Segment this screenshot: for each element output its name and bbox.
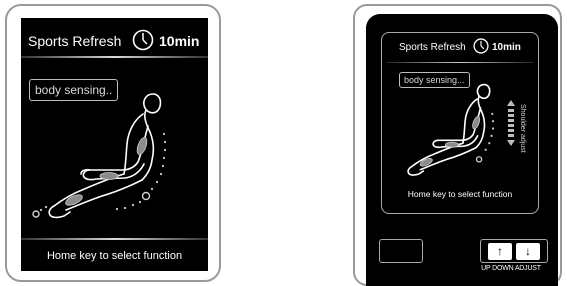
timer-value: 10min [159, 33, 200, 49]
left-header: Sports Refresh 10min [21, 18, 208, 58]
blank-button[interactable] [379, 239, 423, 263]
shoulder-adjust-label: Shoulder adjust [519, 104, 526, 153]
clock-icon [473, 38, 489, 54]
arrow-up-icon[interactable]: ↑ [488, 243, 512, 260]
seated-body-figure-icon [407, 83, 495, 176]
timer-value: 10min [492, 42, 521, 53]
header-divider [386, 62, 534, 63]
clock-icon [132, 29, 154, 51]
header-divider [21, 56, 208, 58]
arrow-down-icon[interactable]: ↓ [516, 243, 540, 260]
home-key-hint: Home key to select function [46, 250, 183, 262]
seated-body-figure-icon [32, 93, 167, 219]
up-down-adjust-label: UP DOWN ADJUST [481, 265, 541, 272]
up-down-adjust-button[interactable]: ↑ ↓ [480, 239, 548, 263]
footer-divider [21, 238, 208, 240]
home-key-hint: Home key to select function [407, 189, 513, 199]
program-title: Sports Refresh [399, 42, 466, 53]
program-title: Sports Refresh [28, 33, 122, 49]
left-display-screen: Sports Refresh 10min body sensing.. Home… [21, 18, 208, 271]
